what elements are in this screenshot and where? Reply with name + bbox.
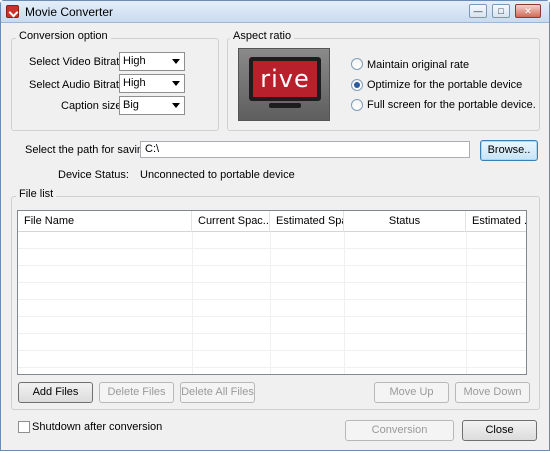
movie-converter-window: Movie Converter — □ ✕ Conversion option … — [0, 0, 550, 451]
aspect-ratio-title: Aspect ratio — [230, 30, 295, 42]
table-row — [18, 250, 526, 266]
video-bitrate-label: Select Video Bitrate: — [29, 56, 129, 68]
minimize-icon: — — [473, 6, 483, 16]
caption-size-value: Big — [123, 99, 139, 111]
column-current-space[interactable]: Current Spac... — [192, 211, 270, 232]
table-row — [18, 233, 526, 249]
tv-stand — [269, 103, 301, 108]
delete-files-button[interactable]: Delete Files — [99, 382, 174, 403]
save-path-input[interactable]: C:\ — [140, 141, 470, 158]
radio-maintain-original[interactable] — [351, 58, 363, 70]
audio-bitrate-label: Select Audio Bitrate: — [29, 79, 129, 91]
delete-all-files-button[interactable]: Delete All Files — [180, 382, 255, 403]
conversion-button[interactable]: Conversion — [345, 420, 454, 441]
radio-full-screen-label: Full screen for the portable device. — [367, 99, 536, 111]
close-window-button[interactable]: ✕ — [515, 4, 541, 18]
video-bitrate-value: High — [123, 55, 146, 67]
chevron-down-icon — [172, 103, 180, 108]
tv-icon: rive — [249, 57, 321, 101]
shutdown-checkbox[interactable] — [18, 421, 30, 433]
close-button[interactable]: Close — [462, 420, 537, 441]
conversion-option-title: Conversion option — [16, 30, 111, 42]
radio-optimize-portable[interactable] — [351, 79, 363, 91]
table-row — [18, 318, 526, 334]
move-down-button[interactable]: Move Down — [455, 382, 530, 403]
chevron-down-icon — [172, 81, 180, 86]
radio-optimize-portable-label: Optimize for the portable device — [367, 79, 523, 91]
caption-size-label: Caption size: — [61, 100, 125, 112]
radio-full-screen[interactable] — [351, 99, 363, 111]
column-status[interactable]: Status — [344, 211, 466, 232]
title-bar[interactable]: Movie Converter — □ ✕ — [1, 1, 549, 23]
app-icon — [6, 5, 19, 18]
maximize-icon: □ — [498, 6, 504, 16]
device-status-value: Unconnected to portable device — [140, 169, 295, 181]
video-bitrate-select[interactable]: High — [119, 52, 185, 71]
audio-bitrate-select[interactable]: High — [119, 74, 185, 93]
audio-bitrate-value: High — [123, 77, 146, 89]
table-row — [18, 284, 526, 300]
browse-button[interactable]: Browse.. — [480, 140, 538, 161]
column-estimated-space[interactable]: Estimated Spa... — [270, 211, 344, 232]
move-up-button[interactable]: Move Up — [374, 382, 449, 403]
window-title: Movie Converter — [25, 5, 114, 19]
file-list-title: File list — [16, 188, 57, 200]
table-row — [18, 267, 526, 283]
shutdown-label: Shutdown after conversion — [32, 421, 163, 433]
save-path-label: Select the path for saving: — [25, 144, 153, 156]
table-row — [18, 301, 526, 317]
file-list-header: File Name Current Spac... Estimated Spa.… — [18, 211, 526, 232]
caption-size-select[interactable]: Big — [119, 96, 185, 115]
minimize-button[interactable]: — — [469, 4, 487, 18]
chevron-down-icon — [172, 59, 180, 64]
table-row — [18, 352, 526, 368]
table-row — [18, 335, 526, 351]
device-status-label: Device Status: — [58, 169, 129, 181]
maximize-button[interactable]: □ — [492, 4, 510, 18]
close-icon: ✕ — [524, 6, 532, 16]
add-files-button[interactable]: Add Files — [18, 382, 93, 403]
column-file-name[interactable]: File Name — [18, 211, 192, 232]
file-list-table[interactable]: File Name Current Spac... Estimated Spa.… — [17, 210, 527, 375]
logo-text: rive — [260, 65, 310, 93]
tv-logo-image: rive — [238, 48, 330, 121]
column-estimated[interactable]: Estimated ... — [466, 211, 526, 232]
radio-maintain-original-label: Maintain original rate — [367, 59, 470, 71]
